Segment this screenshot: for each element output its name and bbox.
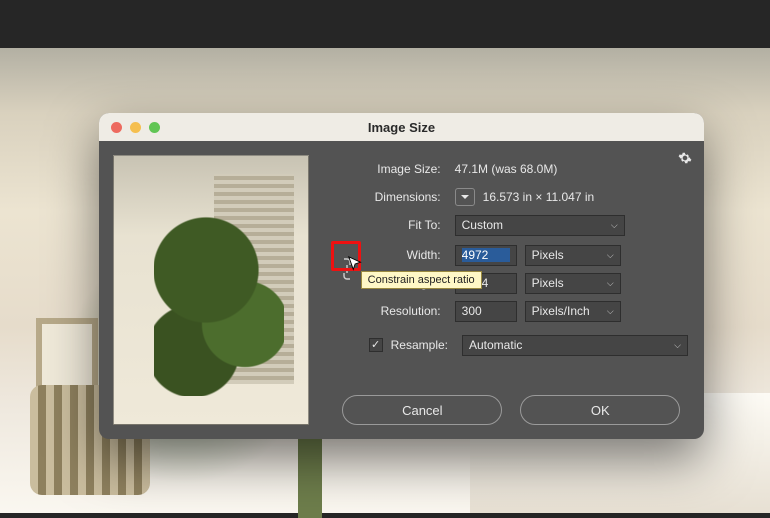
resample-method-select[interactable]: Automatic ⌵: [462, 335, 688, 356]
height-unit-select[interactable]: Pixels ⌵: [525, 273, 621, 294]
width-field[interactable]: [462, 248, 510, 262]
resolution-label: Resolution:: [361, 304, 447, 318]
resample-checkbox[interactable]: [369, 338, 383, 352]
chevron-down-icon: ⌵: [607, 250, 614, 261]
fit-to-label: Fit To:: [327, 218, 447, 232]
width-input[interactable]: [455, 245, 517, 266]
resolution-unit-value: Pixels/Inch: [532, 304, 590, 318]
dialog-titlebar[interactable]: Image Size: [99, 113, 704, 141]
cancel-button[interactable]: Cancel: [342, 395, 502, 425]
dimensions-label: Dimensions:: [327, 190, 447, 204]
fit-to-select[interactable]: Custom ⌵: [455, 215, 625, 236]
resolution-input[interactable]: [455, 301, 517, 322]
constrain-aspect-ratio-toggle[interactable]: [335, 247, 359, 291]
preview-image[interactable]: [113, 155, 309, 425]
fit-to-value: Custom: [462, 218, 503, 232]
chevron-down-icon: ⌵: [607, 306, 614, 317]
controls-pane: Image Size: 47.1M (was 68.0M) Dimensions…: [319, 141, 704, 439]
gear-icon[interactable]: [678, 151, 692, 168]
resolution-field[interactable]: [462, 304, 510, 318]
resample-label: Resample:: [391, 338, 448, 352]
image-size-value: 47.1M (was 68.0M): [455, 162, 558, 176]
resolution-unit-select[interactable]: Pixels/Inch ⌵: [525, 301, 621, 322]
height-unit-value: Pixels: [532, 276, 564, 290]
chevron-down-icon: ⌵: [607, 278, 614, 289]
resample-value: Automatic: [469, 338, 522, 352]
dialog-title: Image Size: [99, 120, 704, 135]
width-unit-value: Pixels: [532, 248, 564, 262]
dimensions-value: 16.573 in × 11.047 in: [483, 190, 595, 204]
width-unit-select[interactable]: Pixels ⌵: [525, 245, 621, 266]
dimensions-unit-toggle[interactable]: [455, 188, 475, 206]
image-size-label: Image Size:: [327, 162, 447, 176]
constrain-tooltip: Constrain aspect ratio: [361, 271, 482, 289]
image-size-dialog: Image Size Image Size: 47.1M (was 68.0M)…: [99, 113, 704, 439]
preview-pane: [99, 141, 319, 439]
chevron-down-icon: ⌵: [674, 340, 681, 351]
width-label: Width:: [361, 248, 447, 262]
chevron-down-icon: ⌵: [611, 220, 618, 231]
ok-button[interactable]: OK: [520, 395, 680, 425]
